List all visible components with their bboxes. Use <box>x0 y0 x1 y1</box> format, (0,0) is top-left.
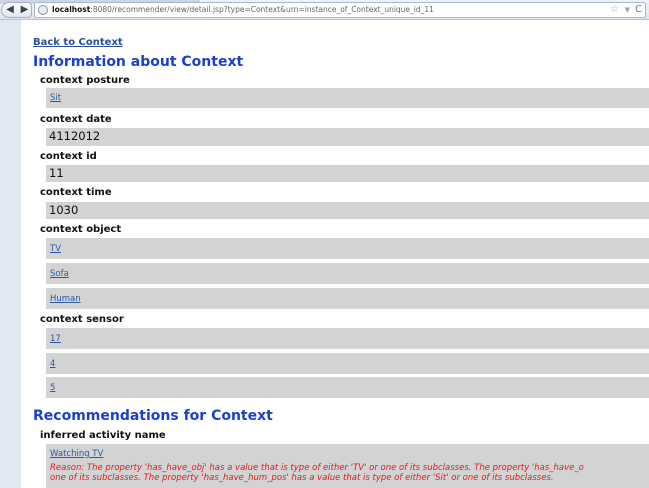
sensor-value-link[interactable]: 17 <box>50 334 61 344</box>
time-row: 1030 <box>46 202 649 219</box>
info-heading: Information about Context <box>33 54 244 70</box>
sensor-label: context sensor <box>40 314 124 325</box>
object-row: Human <box>46 288 649 309</box>
object-value-link[interactable]: Human <box>50 294 81 304</box>
activity-value-link[interactable]: Watching TV <box>50 449 103 459</box>
back-to-context-link[interactable]: Back to Context <box>33 37 123 48</box>
url-host: localhost <box>52 5 91 14</box>
site-identity-icon[interactable] <box>38 5 48 15</box>
forward-button[interactable]: ▶ <box>18 2 32 18</box>
back-button[interactable]: ◀ <box>1 2 19 18</box>
bookmark-star-icon[interactable]: ☆ <box>610 3 619 17</box>
page-content: Back to Context Information about Contex… <box>21 20 649 488</box>
sensor-row: 5 <box>46 377 649 398</box>
arrow-right-icon: ▶ <box>20 4 29 15</box>
posture-row: Sit <box>46 88 649 108</box>
address-bar[interactable]: localhost:8080/recommender/view/detail.j… <box>34 2 646 18</box>
recommendations-heading: Recommendations for Context <box>33 408 273 424</box>
sensor-value-link[interactable]: 5 <box>50 383 55 393</box>
posture-value-link[interactable]: Sit <box>50 93 61 103</box>
activity-reason: Reason: The property 'has_have_obj' has … <box>50 463 649 483</box>
activity-row: Watching TV Reason: The property 'has_ha… <box>46 444 649 488</box>
reason-line: Reason: The property 'has_have_obj' has … <box>50 463 584 473</box>
sensor-row: 4 <box>46 353 649 374</box>
browser-toolbar: ◀ ▶ localhost:8080/recommender/view/deta… <box>0 0 649 20</box>
object-row: TV <box>46 238 649 259</box>
arrow-left-icon: ◀ <box>6 4 14 15</box>
id-row: 11 <box>46 165 649 182</box>
object-row: Sofa <box>46 263 649 284</box>
time-value: 1030 <box>49 203 79 217</box>
reason-line: one of its subclasses. The property 'has… <box>50 473 554 483</box>
history-dropdown-icon[interactable]: ▼ <box>625 3 630 17</box>
url-text: localhost:8080/recommender/view/detail.j… <box>52 3 434 17</box>
date-value: 4112012 <box>49 129 101 143</box>
date-label: context date <box>40 114 112 125</box>
object-value-link[interactable]: Sofa <box>50 269 69 279</box>
id-label: context id <box>40 151 97 162</box>
time-label: context time <box>40 187 112 198</box>
posture-label: context posture <box>40 75 130 86</box>
sensor-value-link[interactable]: 4 <box>50 359 55 369</box>
object-label: context object <box>40 224 122 235</box>
reload-icon[interactable]: C <box>635 3 642 17</box>
activity-label: inferred activity name <box>40 430 166 441</box>
id-value: 11 <box>49 166 64 180</box>
url-path: :8080/recommender/view/detail.jsp?type=C… <box>90 5 434 14</box>
object-value-link[interactable]: TV <box>50 244 61 254</box>
date-row: 4112012 <box>46 128 649 146</box>
sensor-row: 17 <box>46 328 649 349</box>
